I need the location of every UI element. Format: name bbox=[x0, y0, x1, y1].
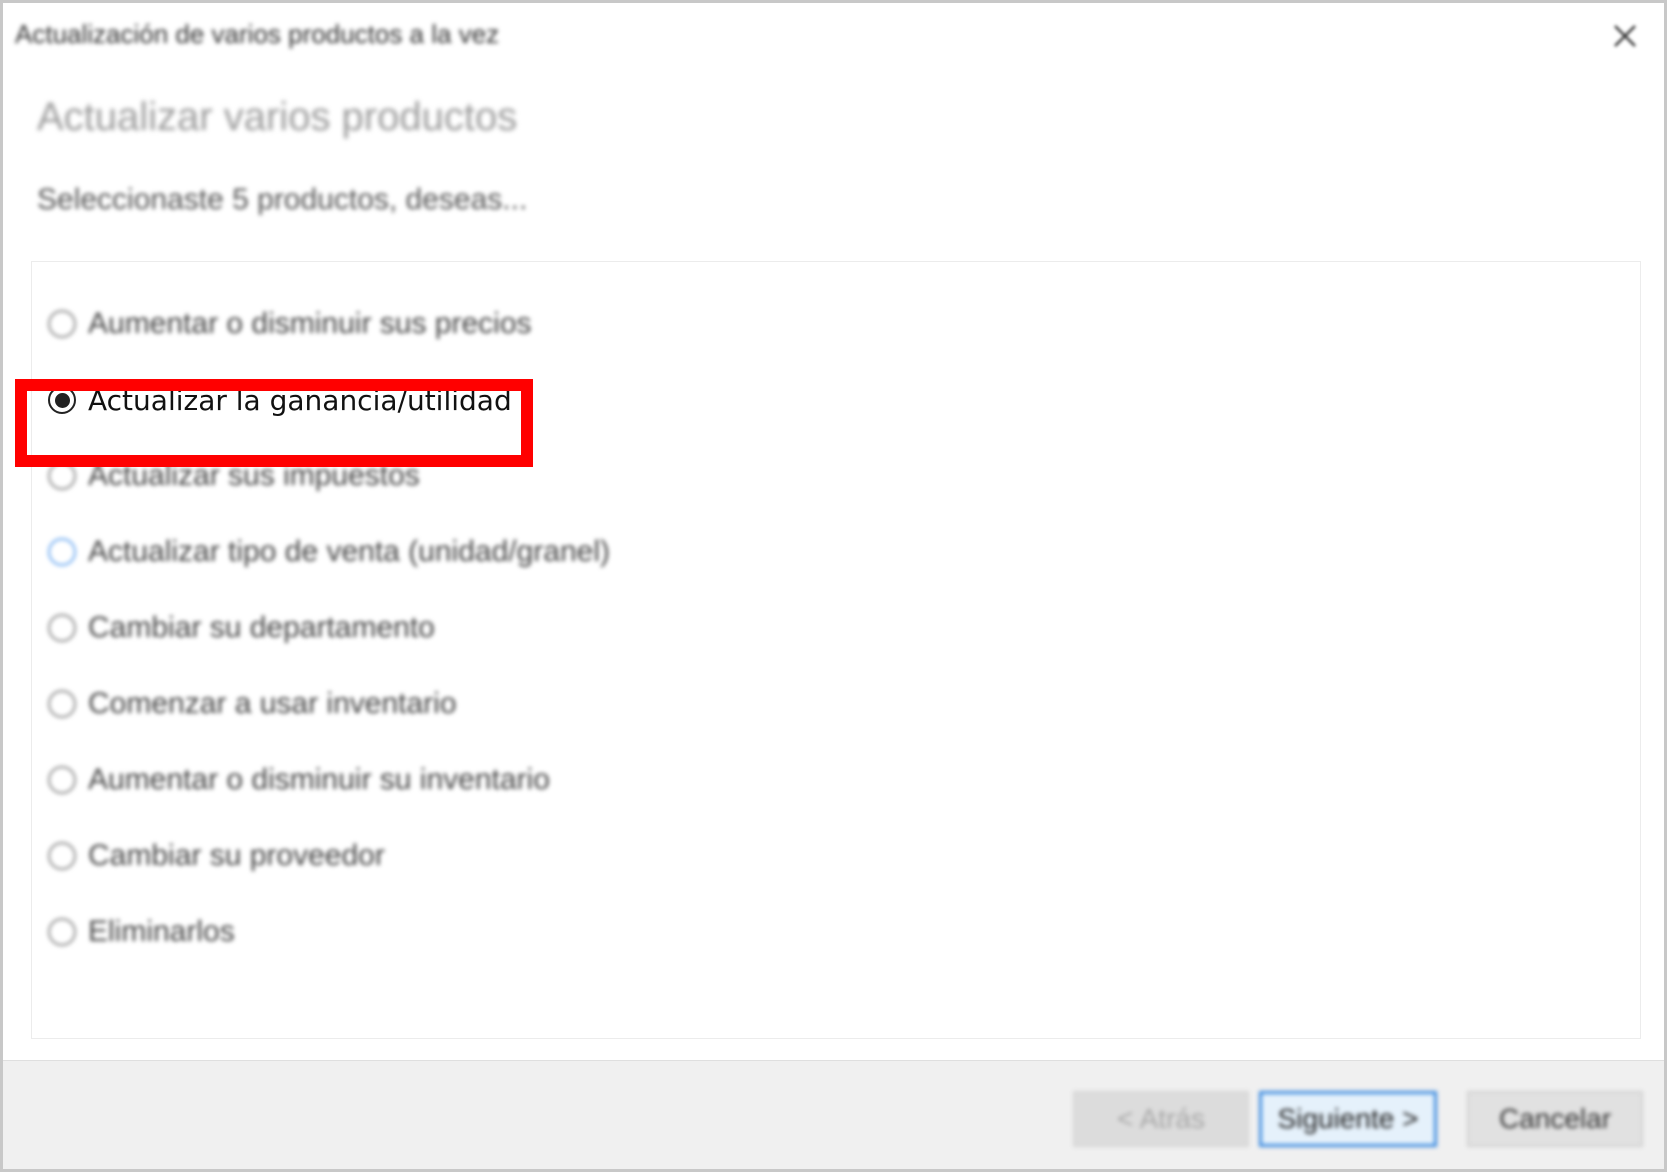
option-label: Cambiar su proveedor bbox=[88, 839, 385, 872]
radio-button[interactable] bbox=[48, 918, 76, 946]
option-actualizar-impuestos[interactable]: Actualizar sus impuestos bbox=[48, 451, 420, 501]
dialog-footer: < Atrás Siguiente > Cancelar bbox=[3, 1060, 1664, 1169]
radio-button[interactable] bbox=[48, 690, 76, 718]
option-usar-inventario[interactable]: Comenzar a usar inventario bbox=[48, 679, 457, 729]
option-label: Aumentar o disminuir sus precios bbox=[88, 307, 532, 340]
option-cambiar-proveedor[interactable]: Cambiar su proveedor bbox=[48, 831, 385, 881]
radio-button[interactable] bbox=[48, 614, 76, 642]
title-bar: Actualización de varios productos a la v… bbox=[3, 3, 1664, 69]
radio-dot bbox=[54, 392, 70, 408]
option-tipo-venta[interactable]: Actualizar tipo de venta (unidad/granel) bbox=[48, 527, 610, 577]
option-label: Actualizar sus impuestos bbox=[88, 459, 420, 492]
page-subheading: Seleccionaste 5 productos, deseas... bbox=[37, 183, 528, 216]
option-aumentar-precios[interactable]: Aumentar o disminuir sus precios bbox=[48, 299, 532, 349]
option-label: Cambiar su departamento bbox=[88, 611, 435, 644]
cancel-button[interactable]: Cancelar bbox=[1467, 1091, 1643, 1147]
next-button[interactable]: Siguiente > bbox=[1259, 1091, 1437, 1147]
option-label: Actualizar tipo de venta (unidad/granel) bbox=[88, 535, 610, 568]
close-button[interactable] bbox=[1600, 11, 1650, 61]
option-label: Eliminarlos bbox=[88, 915, 235, 948]
option-label: Comenzar a usar inventario bbox=[88, 687, 457, 720]
radio-button-checked[interactable] bbox=[48, 386, 76, 414]
option-label: Aumentar o disminuir su inventario bbox=[88, 763, 550, 796]
radio-button[interactable] bbox=[48, 310, 76, 338]
radio-button[interactable] bbox=[48, 842, 76, 870]
close-icon bbox=[1614, 25, 1636, 47]
option-actualizar-ganancia[interactable]: Actualizar la ganancia/utilidad bbox=[48, 375, 512, 425]
window-title: Actualización de varios productos a la v… bbox=[15, 19, 500, 49]
option-label: Actualizar la ganancia/utilidad bbox=[88, 383, 512, 417]
page-heading: Actualizar varios productos bbox=[37, 95, 518, 139]
options-panel: Aumentar o disminuir sus precios Actuali… bbox=[31, 261, 1641, 1039]
option-eliminarlos[interactable]: Eliminarlos bbox=[48, 907, 235, 957]
option-cambiar-departamento[interactable]: Cambiar su departamento bbox=[48, 603, 435, 653]
radio-button[interactable] bbox=[48, 538, 76, 566]
radio-button[interactable] bbox=[48, 462, 76, 490]
back-button[interactable]: < Atrás bbox=[1073, 1091, 1249, 1147]
option-aumentar-inventario[interactable]: Aumentar o disminuir su inventario bbox=[48, 755, 550, 805]
radio-button[interactable] bbox=[48, 766, 76, 794]
dialog-window: Actualización de varios productos a la v… bbox=[0, 0, 1667, 1172]
